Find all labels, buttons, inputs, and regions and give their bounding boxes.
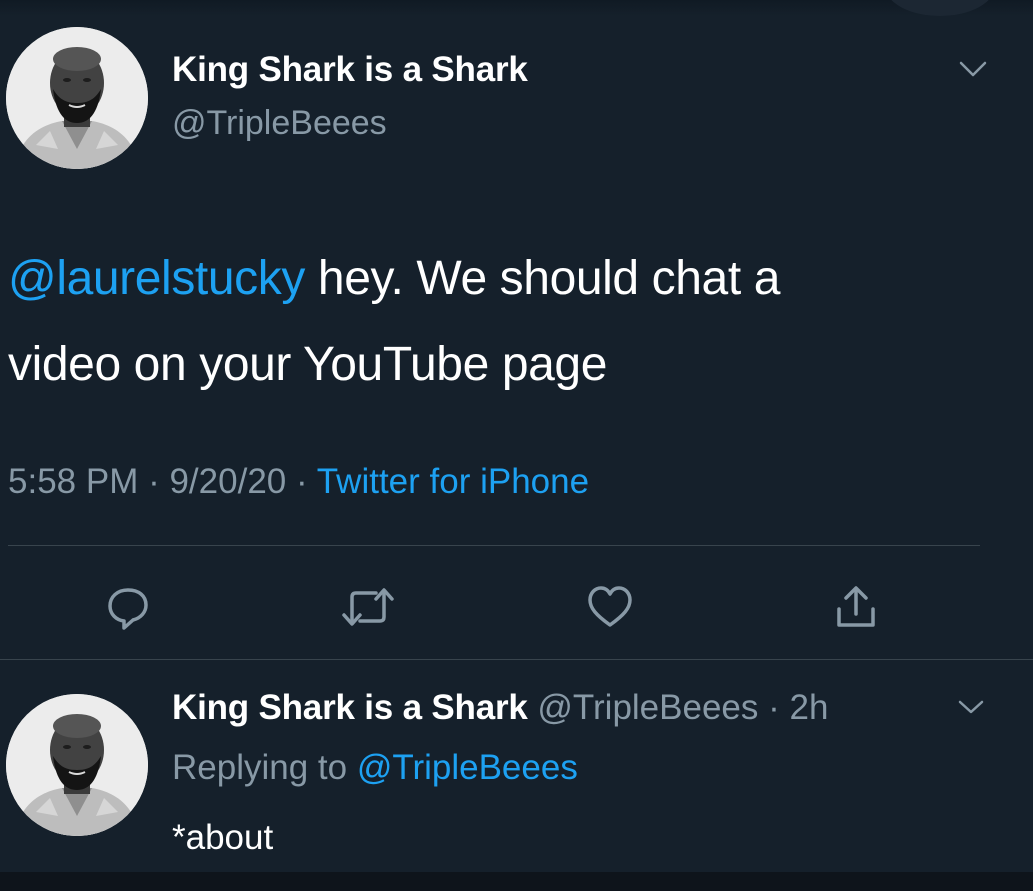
reply-header: King Shark is a Shark @TripleBeees · 2h: [172, 688, 828, 728]
tweet-text: @laurelstucky hey. We should chat a vide…: [8, 236, 1008, 408]
display-name[interactable]: King Shark is a Shark: [172, 50, 528, 90]
comment-bubble-icon: [108, 588, 148, 630]
reply-text: *about: [172, 818, 274, 857]
retweet-button[interactable]: [338, 577, 398, 637]
heart-icon: [588, 586, 632, 627]
display-name[interactable]: King Shark is a Shark: [172, 688, 528, 727]
tweet-text-line2: video on your YouTube page: [8, 338, 607, 391]
user-handle[interactable]: @TripleBeees: [172, 104, 387, 143]
reply-button[interactable]: [98, 577, 158, 637]
divider: [8, 545, 980, 546]
replying-to-label: Replying to: [172, 748, 357, 787]
tweet-source-link[interactable]: Twitter for iPhone: [317, 462, 589, 501]
user-handle[interactable]: @TripleBeees: [528, 688, 758, 727]
meta-separator: ·: [286, 462, 317, 501]
chevron-down-icon[interactable]: [956, 696, 986, 723]
profile-photo-icon: [6, 27, 148, 169]
mention-link[interactable]: @laurelstucky: [8, 252, 305, 305]
avatar[interactable]: [6, 694, 148, 836]
chevron-down-icon[interactable]: [958, 58, 988, 85]
like-button[interactable]: [580, 577, 640, 637]
retweet-arrows-icon: [342, 588, 394, 626]
bottom-edge: [0, 872, 1033, 891]
tweet-meta: 5:58 PM · 9/20/20 · Twitter for iPhone: [8, 462, 589, 502]
tweet-text-line1: hey. We should chat a: [304, 252, 781, 305]
divider: [0, 659, 1033, 660]
reply-timestamp[interactable]: · 2h: [758, 688, 828, 727]
share-button[interactable]: [826, 577, 886, 637]
share-upload-icon: [837, 586, 875, 627]
profile-photo-icon: [6, 694, 148, 836]
tweet-time[interactable]: 5:58 PM: [8, 462, 138, 501]
replying-to: Replying to @TripleBeees: [172, 748, 578, 788]
meta-separator: ·: [138, 462, 170, 501]
tweet-date[interactable]: 9/20/20: [169, 462, 286, 501]
avatar[interactable]: [6, 27, 148, 169]
replying-to-link[interactable]: @TripleBeees: [357, 748, 578, 787]
top-edge: [0, 0, 1033, 16]
